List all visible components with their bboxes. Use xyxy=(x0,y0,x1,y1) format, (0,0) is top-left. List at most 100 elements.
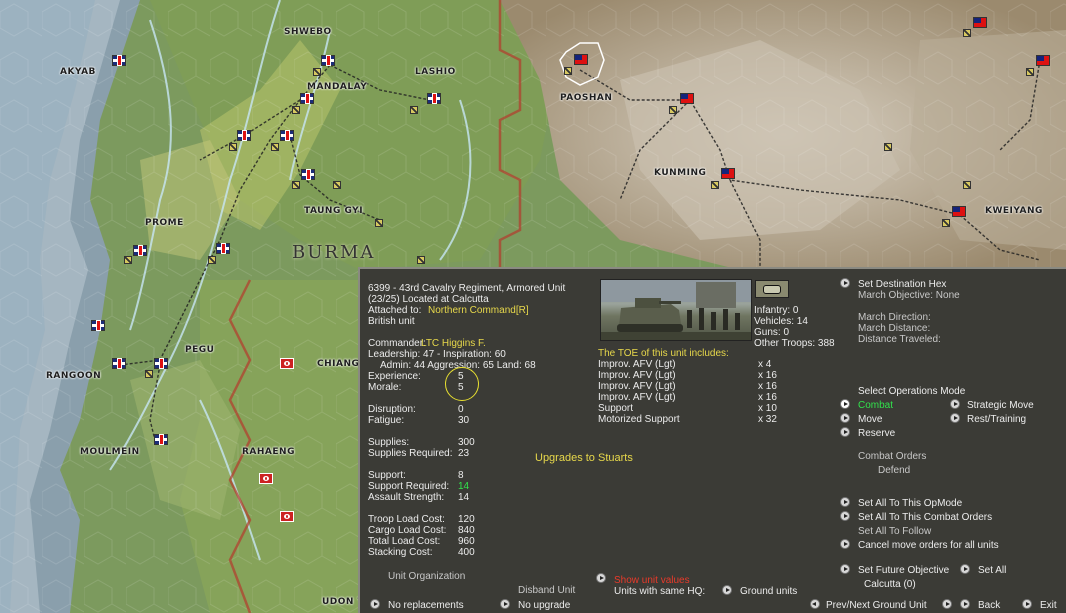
strategic-move-radio[interactable] xyxy=(950,399,960,409)
uk-unit-flag-icon[interactable] xyxy=(154,358,168,369)
prev-unit-button[interactable] xyxy=(810,599,820,609)
japanese-unit-flag-icon[interactable] xyxy=(280,358,294,369)
exit-label[interactable]: Exit xyxy=(1040,600,1057,611)
other-troops-count: Other Troops: 388 xyxy=(754,338,835,349)
base-marker-icon[interactable] xyxy=(417,256,425,264)
cargo-load-value: 840 xyxy=(458,525,475,536)
set-all-combat-button[interactable] xyxy=(840,511,850,521)
set-destination-button[interactable] xyxy=(840,278,850,288)
city-label-chiang: CHIANG xyxy=(317,359,360,369)
chinese-unit-flag-icon[interactable] xyxy=(973,17,987,28)
exit-button[interactable] xyxy=(1022,599,1032,609)
combat-orders-heading: Combat Orders xyxy=(858,451,927,462)
move-mode-label[interactable]: Move xyxy=(858,414,882,425)
cancel-move-button[interactable] xyxy=(840,539,850,549)
base-marker-icon[interactable] xyxy=(884,143,892,151)
next-unit-button[interactable] xyxy=(942,599,952,609)
uk-unit-flag-icon[interactable] xyxy=(154,434,168,445)
uk-unit-flag-icon[interactable] xyxy=(112,358,126,369)
base-marker-icon[interactable] xyxy=(1026,68,1034,76)
no-replacements-label[interactable]: No replacements xyxy=(388,600,464,611)
back-button[interactable] xyxy=(960,599,970,609)
rest-training-label[interactable]: Rest/Training xyxy=(967,414,1026,425)
set-all-combat-label[interactable]: Set All To This Combat Orders xyxy=(858,512,992,523)
uk-unit-flag-icon[interactable] xyxy=(216,243,230,254)
uk-unit-flag-icon[interactable] xyxy=(321,55,335,66)
move-mode-radio[interactable] xyxy=(840,413,850,423)
base-marker-icon[interactable] xyxy=(963,181,971,189)
base-marker-icon[interactable] xyxy=(375,219,383,227)
uk-unit-flag-icon[interactable] xyxy=(91,320,105,331)
toe-item-name[interactable]: Improv. AFV (Lgt) xyxy=(598,359,676,370)
strategic-move-label[interactable]: Strategic Move xyxy=(967,400,1034,411)
toe-item-name[interactable]: Motorized Support xyxy=(598,414,680,425)
combat-mode-radio[interactable] xyxy=(840,399,850,409)
commander-link[interactable]: LTC Higgins F. xyxy=(421,338,486,349)
base-marker-icon[interactable] xyxy=(271,143,279,151)
set-future-objective-label[interactable]: Set Future Objective xyxy=(858,565,949,576)
reserve-mode-label[interactable]: Reserve xyxy=(858,428,895,439)
combat-orders-value[interactable]: Defend xyxy=(878,465,910,476)
uk-unit-flag-icon[interactable] xyxy=(133,245,147,256)
attached-hq-link[interactable]: Northern Command[R] xyxy=(428,305,529,316)
uk-unit-flag-icon[interactable] xyxy=(237,130,251,141)
replacements-toggle-button[interactable] xyxy=(370,599,380,609)
combat-mode-label[interactable]: Combat xyxy=(858,400,893,411)
set-all-opmode-label[interactable]: Set All To This OpMode xyxy=(858,498,962,509)
reserve-mode-radio[interactable] xyxy=(840,427,850,437)
set-all-follow-label[interactable]: Set All To Follow xyxy=(858,526,931,537)
set-all-button[interactable] xyxy=(960,564,970,574)
japanese-unit-flag-icon[interactable] xyxy=(280,511,294,522)
toe-item-name[interactable]: Support xyxy=(598,403,633,414)
toe-item-name[interactable]: Improv. AFV (Lgt) xyxy=(598,381,676,392)
base-marker-icon[interactable] xyxy=(711,181,719,189)
unit-organization-link[interactable]: Unit Organization xyxy=(388,571,465,582)
chinese-unit-flag-icon[interactable] xyxy=(952,206,966,217)
base-marker-icon[interactable] xyxy=(292,181,300,189)
cancel-move-label[interactable]: Cancel move orders for all units xyxy=(858,540,999,551)
base-marker-icon[interactable] xyxy=(963,29,971,37)
disband-unit-link[interactable]: Disband Unit xyxy=(518,585,575,596)
japanese-unit-flag-icon[interactable] xyxy=(259,473,273,484)
set-destination-label[interactable]: Set Destination Hex xyxy=(858,279,946,290)
chinese-unit-flag-icon[interactable] xyxy=(1036,55,1050,66)
infantry-count: Infantry: 0 xyxy=(754,305,799,316)
ground-units-label[interactable]: Ground units xyxy=(740,586,797,597)
toe-item-count: x 16 xyxy=(758,392,777,403)
base-marker-icon[interactable] xyxy=(564,67,572,75)
show-unit-values-button[interactable] xyxy=(596,573,606,583)
morale-label: Morale: xyxy=(368,382,402,393)
set-all-label[interactable]: Set All xyxy=(978,565,1006,576)
uk-unit-flag-icon[interactable] xyxy=(427,93,441,104)
chinese-unit-flag-icon[interactable] xyxy=(721,168,735,179)
rest-training-radio[interactable] xyxy=(950,413,960,423)
base-marker-icon[interactable] xyxy=(208,256,216,264)
uk-unit-flag-icon[interactable] xyxy=(112,55,126,66)
set-future-objective-button[interactable] xyxy=(840,564,850,574)
base-marker-icon[interactable] xyxy=(313,68,321,76)
show-unit-values-label[interactable]: Show unit values xyxy=(614,575,690,586)
base-marker-icon[interactable] xyxy=(942,219,950,227)
toe-item-count: x 10 xyxy=(758,403,777,414)
base-marker-icon[interactable] xyxy=(229,143,237,151)
supplies-required-value: 23 xyxy=(458,448,470,459)
base-marker-icon[interactable] xyxy=(145,370,153,378)
upgrade-toggle-button[interactable] xyxy=(500,599,510,609)
march-objective: March Objective: None xyxy=(858,290,960,301)
base-marker-icon[interactable] xyxy=(333,181,341,189)
back-label[interactable]: Back xyxy=(978,600,1000,611)
chinese-unit-flag-icon[interactable] xyxy=(574,54,588,65)
uk-unit-flag-icon[interactable] xyxy=(301,169,315,180)
base-marker-icon[interactable] xyxy=(124,256,132,264)
base-marker-icon[interactable] xyxy=(410,106,418,114)
set-all-opmode-button[interactable] xyxy=(840,497,850,507)
no-upgrade-label[interactable]: No upgrade xyxy=(518,600,570,611)
toe-item-name[interactable]: Improv. AFV (Lgt) xyxy=(598,370,676,381)
ground-units-button[interactable] xyxy=(722,585,732,595)
chinese-unit-flag-icon[interactable] xyxy=(680,93,694,104)
toe-item-name[interactable]: Improv. AFV (Lgt) xyxy=(598,392,676,403)
uk-unit-flag-icon[interactable] xyxy=(300,93,314,104)
uk-unit-flag-icon[interactable] xyxy=(280,130,294,141)
base-marker-icon[interactable] xyxy=(292,106,300,114)
base-marker-icon[interactable] xyxy=(669,106,677,114)
